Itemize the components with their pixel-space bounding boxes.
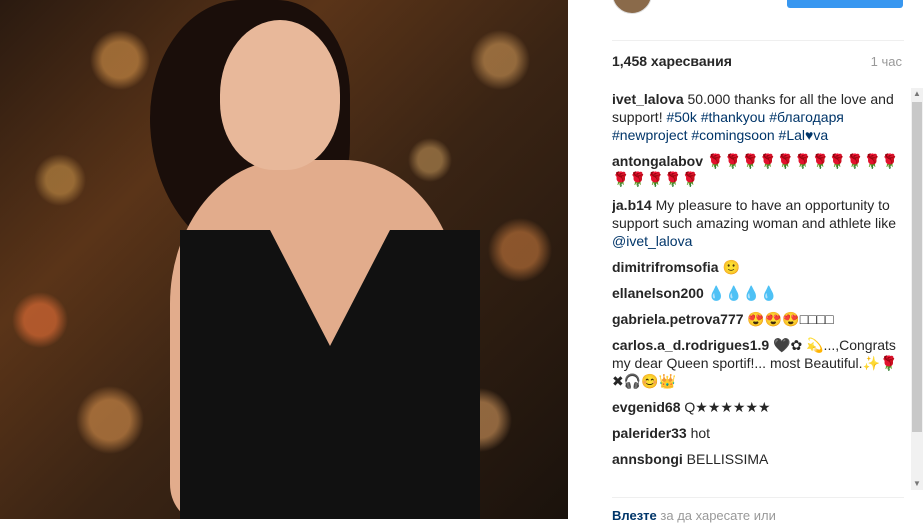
login-prompt: Влезте за да харесате или [612,508,776,523]
comment: ivet_lalova 50.000 thanks for all the lo… [612,90,908,144]
comment-user[interactable]: annsbongi [612,451,683,467]
comment: palerider33 hot [612,424,908,442]
scroll-up-arrow-icon[interactable]: ▲ [911,88,923,100]
comment-text: BELLISSIMA [686,451,769,467]
comments-list: ivet_lalova 50.000 thanks for all the lo… [612,90,908,490]
login-link[interactable]: Влезте [612,508,657,523]
comment-user[interactable]: antongalabov [612,153,703,169]
comment-user[interactable]: palerider33 [612,425,687,441]
comment-mention[interactable]: @ivet_lalova [612,233,692,249]
scrollbar-thumb[interactable] [912,102,922,432]
comment-text: 🙂 [722,259,740,275]
comment-text: 💧💧💧💧 [707,285,778,301]
comment-user[interactable]: ellanelson200 [612,285,704,301]
comment-user[interactable]: dimitrifromsofia [612,259,719,275]
comment-user[interactable]: gabriela.petrova777 [612,311,744,327]
header-divider [612,40,904,41]
follow-button[interactable] [787,0,903,8]
comment: dimitrifromsofia 🙂 [612,258,908,276]
footer-divider [612,497,904,498]
post-time[interactable]: 1 час [871,54,902,69]
login-prompt-text: за да харесате или [660,508,776,523]
comment: ja.b14 My pleasure to have an opportunit… [612,196,908,250]
scroll-down-arrow-icon[interactable]: ▼ [911,478,923,490]
comment: ellanelson200 💧💧💧💧 [612,284,908,302]
author-avatar[interactable] [612,0,652,14]
comment-text: Q★★★★★★ [684,399,771,415]
comment: evgenid68 Q★★★★★★ [612,398,908,416]
photo-face [220,20,340,170]
comment-user[interactable]: ivet_lalova [612,91,684,107]
comment-text: 😍😍😍□□□□ [747,311,834,327]
comment-user[interactable]: ja.b14 [612,197,652,213]
likes-count[interactable]: 1,458 харесвания [612,53,732,69]
comment-user[interactable]: carlos.a_d.rodrigues1.9 [612,337,769,353]
comment-text: My pleasure to have an opportunity to su… [612,197,897,231]
comment-text: hot [690,425,711,441]
comments-scrollbar[interactable]: ▲ ▼ [911,88,923,490]
comment: annsbongi BELLISSIMA [612,450,908,468]
comment-user[interactable]: evgenid68 [612,399,680,415]
comment: gabriela.petrova777 😍😍😍□□□□ [612,310,908,328]
comment: carlos.a_d.rodrigues1.9 🖤✿ 💫...,Congrats… [612,336,908,390]
post-photo[interactable] [0,0,568,519]
comment: antongalabov 🌹🌹🌹🌹🌹🌹🌹🌹🌹🌹🌹🌹🌹🌹🌹🌹 [612,152,908,188]
